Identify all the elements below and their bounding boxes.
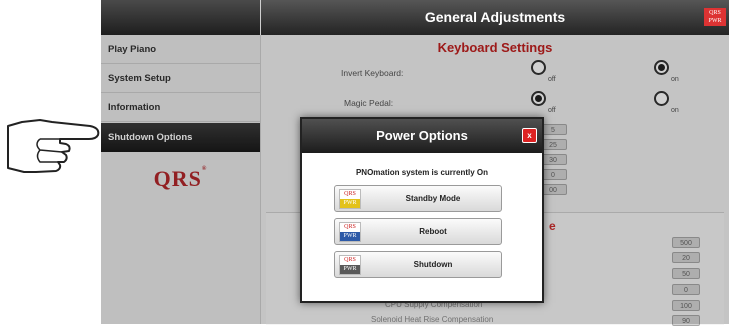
power-options-dialog: Power Options x PNOmation system is curr… [300,117,544,303]
icon-top-text: QRS [340,223,360,232]
sidebar-header [101,0,260,35]
icon-bottom-text: PWR [340,232,360,241]
icon-bottom-text: PWR [340,199,360,208]
standby-mode-button[interactable]: QRS PWR Standby Mode [334,185,502,212]
badge-line-1: QRS [709,10,721,16]
icon-bottom-text: PWR [340,265,360,274]
reboot-label: Reboot [419,227,447,236]
shutdown-button[interactable]: QRS PWR Shutdown [334,251,502,278]
qrs-pwr-icon[interactable]: QRS PWR [704,8,726,26]
standby-mode-label: Standby Mode [405,194,461,203]
pointing-hand-icon [7,119,100,173]
dialog-title: Power Options [302,119,542,153]
page-title: General Adjustments [261,0,729,35]
close-icon[interactable]: x [522,128,537,143]
shutdown-label: Shutdown [413,260,453,269]
qrs-pwr-icon: QRS PWR [339,255,361,275]
badge-line-2: PWR [708,18,722,24]
reboot-button[interactable]: QRS PWR Reboot [334,218,502,245]
system-status-text: PNOmation system is currently On [355,168,489,177]
qrs-pwr-icon: QRS PWR [339,222,361,242]
qrs-pwr-icon: QRS PWR [339,189,361,209]
icon-top-text: QRS [340,190,360,199]
icon-top-text: QRS [340,256,360,265]
